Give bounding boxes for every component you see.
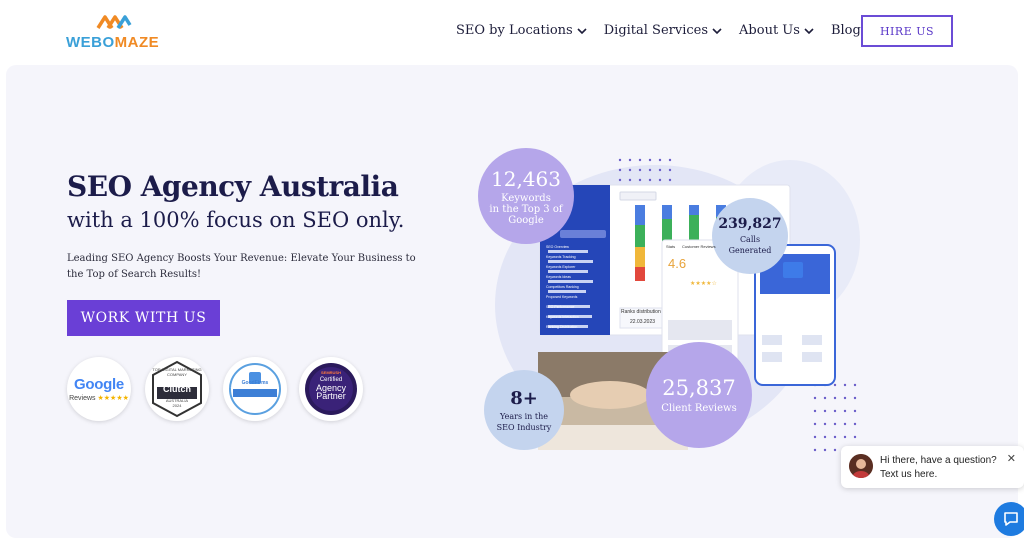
page-title: SEO Agency Australia: [67, 170, 399, 203]
main-nav: SEO by Locations Digital Services About …: [456, 23, 861, 38]
person-icon: [849, 454, 873, 478]
hero-illustration: 12,463 Keywords in the Top 3 of Google 2…: [470, 130, 880, 470]
ranks-label: Ranks distribution: [621, 309, 661, 315]
stat-keywords: 12,463 Keywords in the Top 3 of Google: [478, 148, 574, 244]
logo-text: WEBOMAZE: [66, 34, 160, 51]
tab-customer-reviews[interactable]: Customer Reviews: [682, 244, 716, 249]
work-with-us-button[interactable]: WORK WITH US: [67, 300, 220, 336]
nav-about-us[interactable]: About Us: [739, 23, 815, 38]
tab-stats[interactable]: Stats: [666, 244, 675, 249]
webomaze-logo[interactable]: WEBOMAZE: [66, 14, 166, 51]
rating-stars-icon: ★★★★☆: [690, 281, 717, 287]
hero-description: Leading SEO Agency Boosts Your Revenue: …: [67, 253, 416, 280]
date-value: 22.03.2023: [630, 319, 656, 325]
clutch-badge[interactable]: TOP DIGITAL MARKETING COMPANY Clutch AUS…: [145, 357, 209, 421]
nav-digital-services[interactable]: Digital Services: [604, 23, 723, 38]
nav-seo-by-locations[interactable]: SEO by Locations: [456, 23, 588, 38]
chevron-down-icon: [804, 27, 814, 34]
site-header: WEBOMAZE SEO by Locations Digital Servic…: [0, 0, 1024, 64]
chat-launcher-button[interactable]: [994, 502, 1024, 536]
stat-calls: 239,827 Calls Generated: [712, 198, 788, 274]
page-subtitle: with a 100% focus on SEO only.: [67, 208, 405, 232]
goodfirms-badge[interactable]: GoodFirms TOP DIGITAL SERVICE PROVIDER: [223, 357, 287, 421]
chat-bubble-icon: [1004, 512, 1018, 526]
logo-mark-icon: [96, 15, 132, 29]
chat-popup[interactable]: Hi there, have a question? Text us here.…: [841, 446, 1024, 488]
star-rating-icon: ★★★★★: [97, 395, 129, 402]
nav-blog[interactable]: Blog: [831, 23, 861, 38]
agent-avatar: [849, 454, 873, 478]
close-icon[interactable]: ✕: [1007, 452, 1016, 465]
stat-reviews: 25,837 Client Reviews: [646, 342, 752, 448]
dashboard-menu: SEO Overview Keywords Tracking Keywords …: [546, 245, 579, 329]
rating-value: 4.6: [668, 256, 687, 271]
chat-message: Hi there, have a question? Text us here.: [880, 455, 997, 480]
google-reviews-badge[interactable]: Google Reviews ★★★★★: [67, 357, 131, 421]
chevron-down-icon: [577, 27, 587, 34]
semrush-partner-badge[interactable]: SEMRUSH Certified Agency Partner: [299, 357, 363, 421]
stat-years: 8+ Years in the SEO Industry: [484, 370, 564, 450]
hire-us-button[interactable]: HIRE US: [861, 15, 953, 47]
chevron-down-icon: [712, 27, 722, 34]
